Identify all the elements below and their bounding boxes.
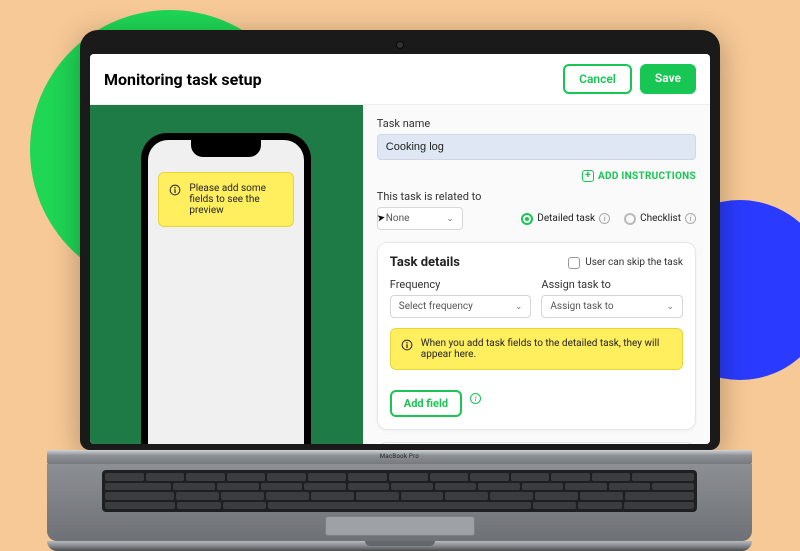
verification-card: Verification xyxy=(377,442,696,444)
assign-select[interactable]: Assign task to ⌄ xyxy=(541,295,683,318)
task-type-radio-group: Detailed task i Checklist i xyxy=(521,213,696,225)
mouse-cursor-icon: ➤ xyxy=(376,212,386,224)
plus-icon: + xyxy=(582,170,594,182)
chevron-down-icon: ⌄ xyxy=(666,302,674,312)
skip-task-option[interactable]: User can skip the task xyxy=(568,257,683,269)
assign-label: Assign task to xyxy=(541,278,683,291)
frequency-placeholder: Select frequency xyxy=(399,301,473,312)
info-icon[interactable]: i xyxy=(685,213,696,224)
phone-notch xyxy=(191,140,261,157)
chevron-down-icon: ⌄ xyxy=(446,214,454,224)
skip-task-label: User can skip the task xyxy=(585,257,683,268)
info-icon[interactable]: i xyxy=(470,393,481,404)
related-to-select[interactable]: None ⌄ xyxy=(377,207,463,230)
add-instructions-label: ADD INSTRUCTIONS xyxy=(598,171,696,182)
laptop-camera xyxy=(397,42,403,48)
related-to-value: None xyxy=(386,213,410,224)
cancel-button[interactable]: Cancel xyxy=(563,64,632,94)
form-pane: Task name + ADD INSTRUCTIONS This task i… xyxy=(363,105,710,444)
app-header: Monitoring task setup Cancel Save xyxy=(90,54,710,105)
info-icon xyxy=(169,184,181,196)
laptop-base: MacBook Pro xyxy=(47,450,752,551)
task-details-card: Task details User can skip the task Freq… xyxy=(377,242,696,430)
preview-empty-text: Please add some fields to see the previe… xyxy=(189,183,283,216)
radio-checklist-label: Checklist xyxy=(640,213,681,224)
chevron-down-icon: ⌄ xyxy=(515,302,523,312)
add-instructions-link[interactable]: + ADD INSTRUCTIONS xyxy=(377,170,696,182)
radio-detailed-task[interactable]: Detailed task i xyxy=(521,213,610,225)
info-icon[interactable]: i xyxy=(599,213,610,224)
task-details-tip: When you add task fields to the detailed… xyxy=(390,328,683,370)
app-window: Monitoring task setup Cancel Save ➤ Plea… xyxy=(90,54,710,444)
related-to-label: This task is related to xyxy=(377,190,696,203)
tip-text: When you add task fields to the detailed… xyxy=(421,338,672,360)
page-title: Monitoring task setup xyxy=(104,70,262,89)
task-details-title: Task details xyxy=(390,255,460,270)
laptop-mockup: Monitoring task setup Cancel Save ➤ Plea… xyxy=(80,30,720,551)
frequency-select[interactable]: Select frequency ⌄ xyxy=(390,295,532,318)
preview-empty-message: Please add some fields to see the previe… xyxy=(158,172,294,227)
laptop-keyboard xyxy=(102,470,697,512)
info-icon xyxy=(401,339,413,351)
add-field-button[interactable]: Add field xyxy=(390,390,462,417)
radio-detailed-label: Detailed task xyxy=(537,213,595,224)
preview-pane: Please add some fields to see the previe… xyxy=(90,105,363,444)
laptop-brand-label: MacBook Pro xyxy=(380,453,419,460)
task-name-label: Task name xyxy=(377,117,696,130)
assign-placeholder: Assign task to xyxy=(550,301,613,312)
radio-checklist[interactable]: Checklist i xyxy=(624,213,696,225)
save-button[interactable]: Save xyxy=(640,64,696,94)
phone-mockup: Please add some fields to see the previe… xyxy=(141,133,311,444)
skip-task-checkbox[interactable] xyxy=(568,257,580,269)
task-name-input[interactable] xyxy=(377,134,696,160)
laptop-trackpad xyxy=(325,516,475,536)
frequency-label: Frequency xyxy=(390,278,532,291)
